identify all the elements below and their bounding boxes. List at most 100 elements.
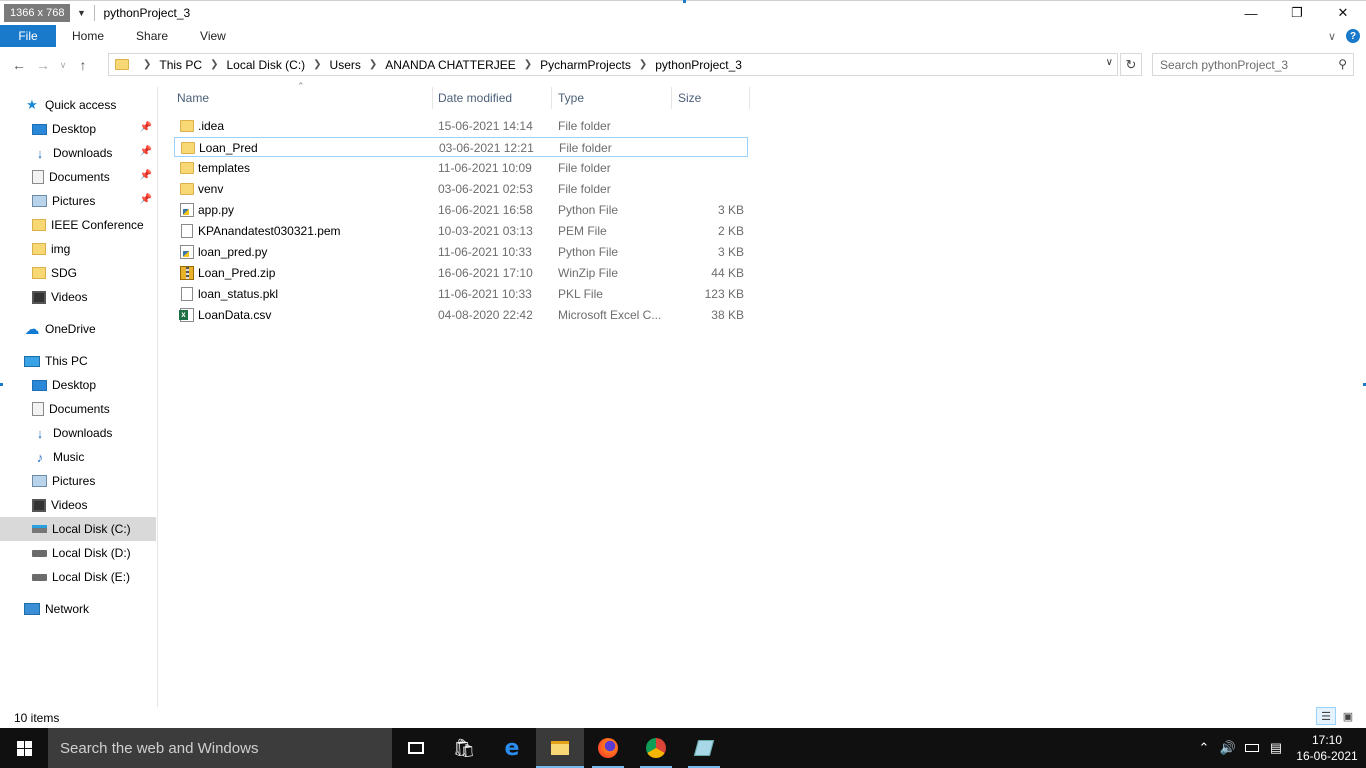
sidebar-item-this-pc[interactable]: This PC: [24, 349, 156, 373]
file-row[interactable]: templates 11-06-2021 10:09 File folder: [174, 158, 748, 178]
restore-button[interactable]: ❐: [1274, 1, 1320, 25]
column-header-size[interactable]: Size: [672, 87, 750, 109]
refresh-button[interactable]: ↻: [1120, 53, 1142, 76]
file-date-modified: 16-06-2021 16:58: [438, 203, 533, 217]
sidebar-item-pc-pictures[interactable]: Pictures: [32, 469, 156, 493]
sidebar-item-network[interactable]: Network: [24, 597, 156, 621]
back-button[interactable]: ←: [8, 53, 30, 77]
forward-button[interactable]: →: [32, 53, 54, 77]
status-item-count: 10 items: [14, 711, 60, 725]
breadcrumb-pythonproject3[interactable]: pythonProject_3: [655, 58, 742, 72]
column-header-name[interactable]: Name: [171, 87, 433, 109]
sidebar-item-ieee-conference[interactable]: IEEE Conference: [32, 213, 156, 237]
breadcrumb-user[interactable]: ANANDA CHATTERJEE: [385, 58, 515, 72]
resize-handle-top[interactable]: [683, 0, 686, 3]
sidebar-item-pc-music[interactable]: ♪ Music: [32, 445, 156, 469]
file-row[interactable]: venv 03-06-2021 02:53 File folder: [174, 179, 748, 199]
up-button[interactable]: ↑: [72, 53, 94, 77]
search-box[interactable]: ⚲: [1152, 53, 1354, 76]
taskbar-firefox[interactable]: [584, 728, 632, 768]
file-row[interactable]: app.py 16-06-2021 16:58 Python File 3 KB: [174, 200, 748, 220]
battery-button[interactable]: [1240, 728, 1264, 768]
pin-icon[interactable]: 📌: [140, 194, 152, 205]
file-row[interactable]: Loan_Pred 03-06-2021 12:21 File folder: [174, 137, 748, 157]
breadcrumb-pycharmprojects[interactable]: PycharmProjects: [540, 58, 631, 72]
file-row[interactable]: .idea 15-06-2021 14:14 File folder: [174, 116, 748, 136]
search-icon[interactable]: ⚲: [1338, 57, 1347, 71]
sidebar-item-pc-desktop[interactable]: Desktop: [32, 373, 156, 397]
chevron-right-icon: ❯: [638, 59, 648, 70]
column-header-date-modified[interactable]: Date modified: [432, 87, 552, 109]
sidebar-item-pictures[interactable]: Pictures 📌: [32, 189, 156, 213]
address-dropdown-icon[interactable]: ∨: [1106, 57, 1113, 68]
action-center-button[interactable]: ▤: [1264, 728, 1288, 768]
file-row[interactable]: LoanData.csv 04-08-2020 22:42 Microsoft Ex…: [174, 305, 748, 325]
taskbar-search[interactable]: [48, 728, 392, 768]
help-icon[interactable]: ?: [1346, 29, 1360, 43]
large-icons-view-button[interactable]: ▣: [1338, 707, 1358, 725]
breadcrumb-users[interactable]: Users: [330, 58, 361, 72]
breadcrumb-local-disk-c[interactable]: Local Disk (C:): [226, 58, 305, 72]
sidebar-item-pc-videos[interactable]: Videos: [32, 493, 156, 517]
file-row[interactable]: KPAnandatest030321.pem 10-03-2021 03:13 PE…: [174, 221, 748, 241]
pin-icon[interactable]: 📌: [140, 170, 152, 181]
drive-icon: [32, 549, 47, 557]
sidebar-item-quick-access[interactable]: ★ Quick access: [24, 93, 156, 117]
folder-icon: [181, 142, 195, 154]
tab-file[interactable]: File: [0, 25, 56, 47]
sidebar-item-local-disk-c[interactable]: Local Disk (C:): [0, 517, 156, 541]
windows-logo-icon: [16, 740, 32, 756]
excel-file-icon: [179, 308, 194, 322]
sidebar-item-documents[interactable]: Documents 📌: [32, 165, 156, 189]
address-bar[interactable]: ❯ This PC ❯ Local Disk (C:) ❯ Users ❯ AN…: [108, 53, 1118, 76]
sidebar-item-label: Videos: [51, 498, 88, 512]
sidebar-item-sdg[interactable]: SDG: [32, 261, 156, 285]
file-row[interactable]: loan_status.pkl 11-06-2021 10:33 PKL File 1…: [174, 284, 748, 304]
sidebar-item-local-disk-e[interactable]: Local Disk (E:): [32, 565, 156, 589]
column-header-type[interactable]: Type: [552, 87, 672, 109]
clock[interactable]: 17:10 16-06-2021: [1288, 732, 1366, 764]
task-view-button[interactable]: [392, 728, 440, 768]
customize-toolbar-dropdown-icon[interactable]: ▼: [74, 8, 88, 18]
sidebar-item-img[interactable]: img: [32, 237, 156, 261]
minimize-button[interactable]: —: [1228, 1, 1274, 25]
pin-icon[interactable]: 📌: [140, 146, 152, 157]
taskbar-notepad[interactable]: [680, 728, 728, 768]
file-type: Python File: [558, 245, 619, 259]
taskbar-edge[interactable]: e: [488, 728, 536, 768]
expand-ribbon-chevron-down-icon[interactable]: ∨: [1328, 30, 1336, 43]
sidebar-item-desktop[interactable]: Desktop 📌: [32, 117, 156, 141]
file-row[interactable]: Loan_Pred.zip 16-06-2021 17:10 WinZip File…: [174, 263, 748, 283]
pictures-icon: [32, 475, 47, 487]
taskbar-chrome[interactable]: [632, 728, 680, 768]
taskbar-file-explorer[interactable]: [536, 728, 584, 768]
volume-button[interactable]: 🔊: [1216, 728, 1240, 768]
tab-view[interactable]: View: [184, 25, 242, 47]
close-button[interactable]: ✕: [1320, 1, 1366, 25]
search-input[interactable]: [1160, 57, 1330, 72]
sidebar-item-onedrive[interactable]: ☁ OneDrive: [24, 317, 156, 341]
taskbar-search-input[interactable]: [60, 739, 380, 757]
show-hidden-icons-button[interactable]: ⌃: [1192, 728, 1216, 768]
recent-locations-button[interactable]: ∨: [56, 53, 70, 77]
sidebar-item-downloads[interactable]: ↓ Downloads 📌: [32, 141, 156, 165]
start-button[interactable]: [0, 728, 48, 768]
chevron-right-icon: ❯: [313, 59, 322, 70]
resize-handle-left[interactable]: [0, 383, 3, 386]
tab-home[interactable]: Home: [56, 25, 120, 47]
sidebar-item-local-disk-d[interactable]: Local Disk (D:): [32, 541, 156, 565]
details-view-button[interactable]: ☰: [1316, 707, 1336, 725]
documents-icon: [32, 170, 44, 184]
breadcrumb-this-pc[interactable]: This PC: [159, 58, 202, 72]
sidebar-item-pc-documents[interactable]: Documents: [32, 397, 156, 421]
tab-share[interactable]: Share: [120, 25, 184, 47]
sidebar-item-videos[interactable]: Videos: [32, 285, 156, 309]
file-explorer-window: 1366 x 768 ▼ pythonProject_3 — ❐ ✕ File …: [0, 0, 1366, 728]
sidebar-item-pc-downloads[interactable]: ↓ Downloads: [32, 421, 156, 445]
title-bar: 1366 x 768 ▼ pythonProject_3 — ❐ ✕: [0, 1, 1366, 25]
file-row[interactable]: loan_pred.py 11-06-2021 10:33 Python File 3…: [174, 242, 748, 262]
pin-icon[interactable]: 📌: [140, 122, 152, 133]
sidebar-item-label: OneDrive: [45, 322, 96, 336]
taskbar-store[interactable]: 🛍: [440, 728, 488, 768]
sidebar-item-label: Music: [53, 450, 85, 464]
